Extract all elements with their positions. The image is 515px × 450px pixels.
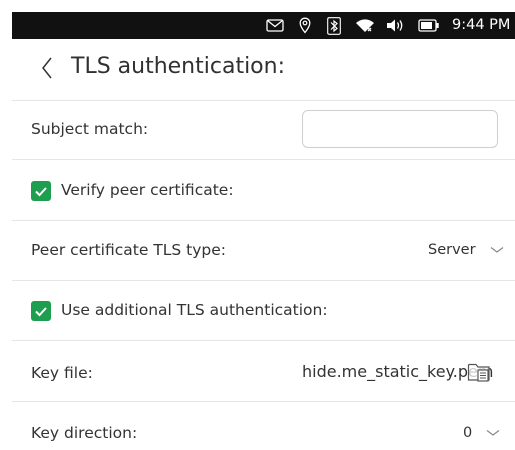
divider [12, 100, 515, 101]
back-button[interactable] [35, 53, 59, 87]
divider [12, 401, 515, 402]
subject-match-label: Subject match: [31, 120, 149, 138]
page-title: TLS authentication: [71, 54, 285, 79]
file-picker-button[interactable] [466, 362, 494, 386]
volume-icon [385, 12, 405, 39]
mail-icon [265, 12, 285, 39]
chevron-left-icon [41, 56, 53, 84]
key-direction-select[interactable]: 0 [463, 425, 500, 441]
location-icon [297, 12, 313, 39]
subject-match-input[interactable] [302, 110, 498, 148]
file-picker-icon [467, 361, 493, 387]
verify-peer-label: Verify peer certificate: [61, 181, 234, 199]
key-file-label: Key file: [31, 364, 93, 382]
peer-cert-type-select[interactable]: Server [428, 242, 504, 258]
bluetooth-icon [326, 12, 342, 39]
verify-peer-checkbox[interactable] [31, 181, 51, 201]
divider [12, 280, 515, 281]
chevron-down-icon [486, 429, 500, 437]
status-bar: 9:44 PM [12, 12, 515, 39]
chevron-down-icon [490, 246, 504, 254]
peer-cert-type-label: Peer certificate TLS type: [31, 241, 227, 259]
additional-tls-label: Use additional TLS authentication: [61, 301, 328, 319]
wifi-icon [354, 12, 376, 39]
key-direction-value: 0 [463, 425, 473, 441]
clock: 9:44 PM [452, 17, 511, 33]
page-header: TLS authentication: [12, 39, 515, 100]
divider [12, 220, 515, 221]
additional-tls-checkbox[interactable] [31, 301, 51, 321]
divider [12, 159, 515, 160]
key-direction-label: Key direction: [31, 424, 138, 442]
divider [12, 340, 515, 341]
peer-cert-type-value: Server [428, 242, 476, 258]
battery-icon [417, 12, 441, 39]
key-file-value: hide.me_static_key.pem [302, 362, 494, 381]
